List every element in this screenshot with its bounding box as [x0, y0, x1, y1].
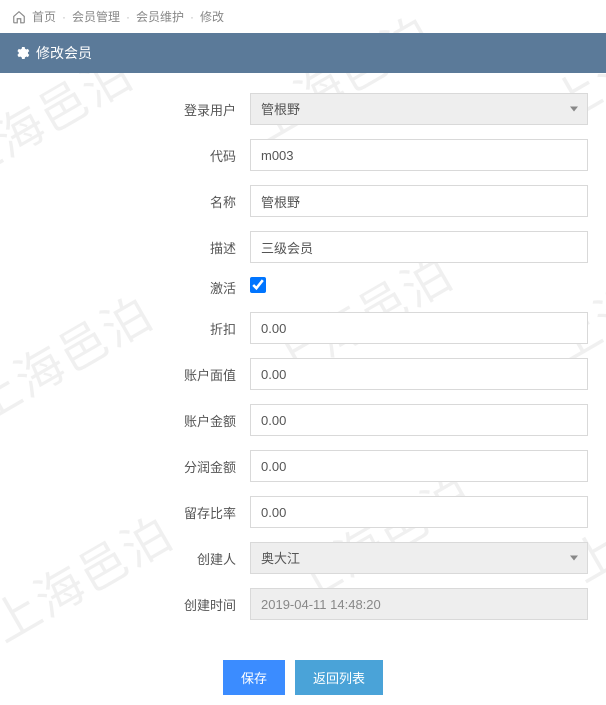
label-creator: 创建人: [0, 549, 250, 568]
breadcrumb-item[interactable]: 会员维护: [136, 8, 184, 25]
gear-icon: [14, 45, 30, 61]
login-user-select[interactable]: 管根野: [250, 93, 588, 125]
breadcrumb-home[interactable]: 首页: [32, 8, 56, 25]
label-code: 代码: [0, 146, 250, 165]
active-checkbox[interactable]: [250, 277, 266, 293]
button-row: 保存 返回列表: [0, 660, 606, 695]
panel-header: 修改会员: [0, 33, 606, 73]
label-discount: 折扣: [0, 319, 250, 338]
retain-input[interactable]: [250, 496, 588, 528]
label-active: 激活: [0, 278, 250, 297]
discount-input[interactable]: [250, 312, 588, 344]
code-input[interactable]: [250, 139, 588, 171]
label-commission: 分润金额: [0, 457, 250, 476]
breadcrumb-current: 修改: [200, 8, 224, 25]
label-name: 名称: [0, 192, 250, 211]
label-desc: 描述: [0, 238, 250, 257]
breadcrumb-sep: ·: [62, 10, 66, 24]
label-face-value: 账户面值: [0, 365, 250, 384]
label-created-at: 创建时间: [0, 595, 250, 614]
balance-input[interactable]: [250, 404, 588, 436]
breadcrumb-item[interactable]: 会员管理: [72, 8, 120, 25]
breadcrumb-sep: ·: [190, 10, 194, 24]
creator-select[interactable]: 奥大江: [250, 542, 588, 574]
back-button[interactable]: 返回列表: [295, 660, 383, 695]
name-input[interactable]: [250, 185, 588, 217]
created-at-field: 2019-04-11 14:48:20: [250, 588, 588, 620]
member-edit-form: 登录用户 管根野 代码 名称 描述: [0, 73, 606, 705]
home-icon: [12, 10, 26, 24]
desc-input[interactable]: [250, 231, 588, 263]
panel-title: 修改会员: [36, 43, 92, 63]
label-balance: 账户金额: [0, 411, 250, 430]
breadcrumb-sep: ·: [126, 10, 130, 24]
label-login-user: 登录用户: [0, 100, 250, 119]
save-button[interactable]: 保存: [223, 660, 285, 695]
commission-input[interactable]: [250, 450, 588, 482]
face-value-input[interactable]: [250, 358, 588, 390]
label-retain: 留存比率: [0, 503, 250, 522]
breadcrumb: 首页 · 会员管理 · 会员维护 · 修改: [0, 0, 606, 33]
